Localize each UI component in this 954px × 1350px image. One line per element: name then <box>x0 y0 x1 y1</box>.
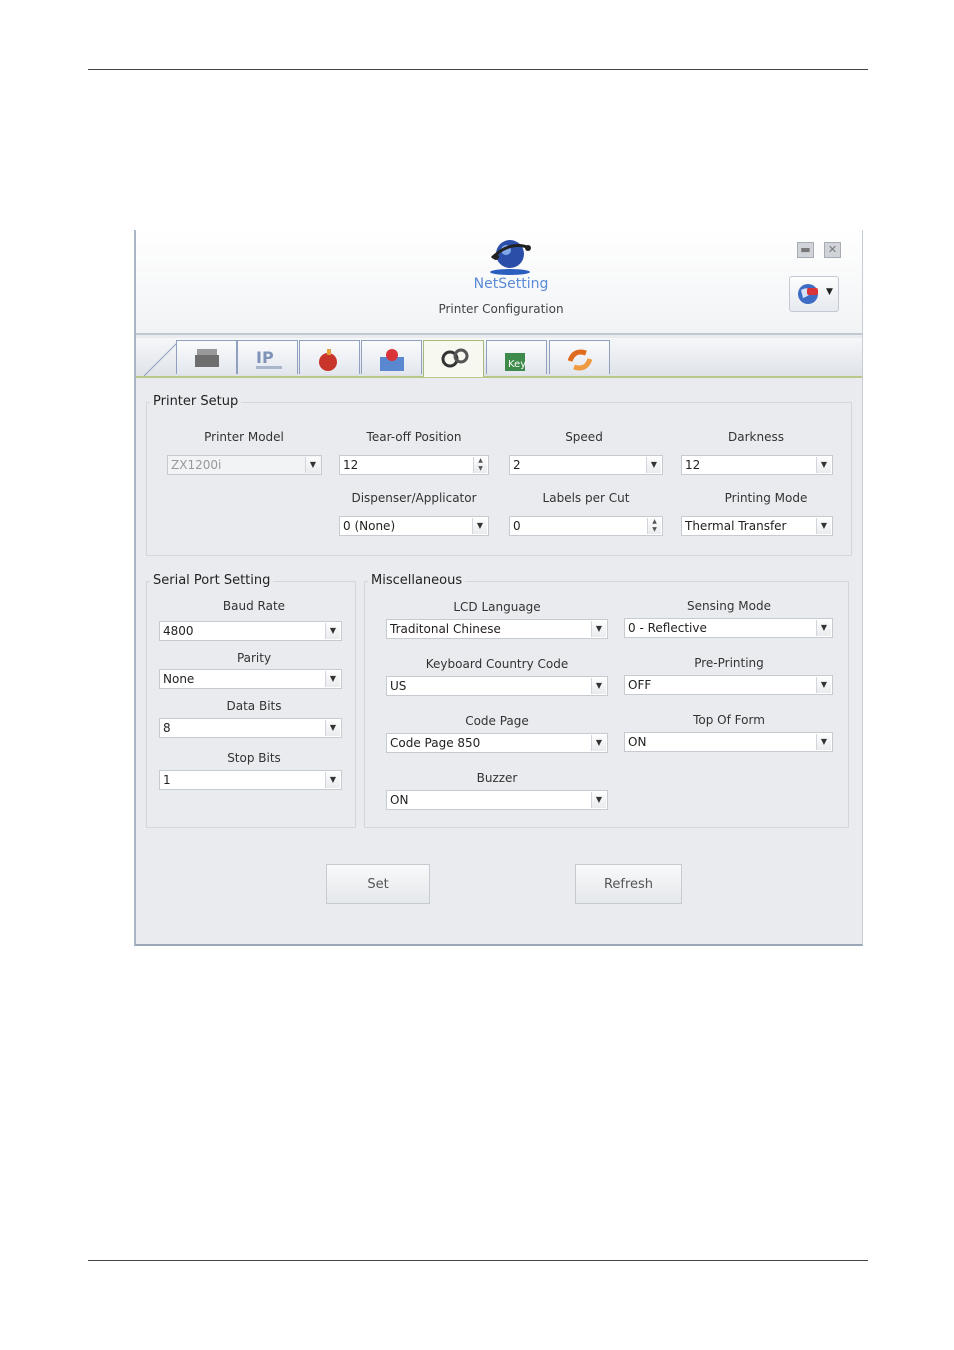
parity-select[interactable]: None ▼ <box>159 669 342 689</box>
pre-printing-label: Pre-Printing <box>694 656 764 670</box>
data-bits-select[interactable]: 8 ▼ <box>159 718 342 738</box>
keyboard-country-label: Keyboard Country Code <box>425 657 569 671</box>
sync-icon <box>567 349 593 371</box>
parity-label: Parity <box>236 651 272 665</box>
buzzer-label: Buzzer <box>476 771 518 785</box>
tab-monitor[interactable] <box>361 340 422 374</box>
code-page-select[interactable]: Code Page 850 ▼ <box>386 733 608 753</box>
printer-model-select[interactable]: ZX1200i ▼ <box>167 455 322 475</box>
language-globe-button[interactable]: ▼ <box>789 276 839 312</box>
tab-network[interactable]: IP <box>237 340 298 374</box>
alert-bomb-icon <box>319 349 337 371</box>
labels-per-cut-label: Labels per Cut <box>542 491 630 505</box>
tab-key[interactable]: Key <box>486 340 547 374</box>
window-header: NetSetting Printer Configuration ▬ ✕ ▼ <box>136 230 862 335</box>
sensing-mode-label: Sensing Mode <box>687 599 771 613</box>
gears-icon <box>441 348 469 368</box>
code-page-label: Code Page <box>465 714 529 728</box>
lcd-language-label: LCD Language <box>453 600 541 614</box>
dispenser-select[interactable]: 0 (None) ▼ <box>339 516 489 536</box>
data-bits-label: Data Bits <box>226 699 282 713</box>
bottom-rule <box>88 1260 868 1261</box>
printer-icon <box>195 349 219 367</box>
stop-bits-label: Stop Bits <box>227 751 281 765</box>
printing-mode-label: Printing Mode <box>724 491 808 505</box>
network-ip-icon: IP <box>256 348 282 369</box>
printer-setup-title: Printer Setup <box>150 394 242 409</box>
pre-printing-select[interactable]: OFF ▼ <box>624 675 833 695</box>
lcd-language-select[interactable]: Traditonal Chinese ▼ <box>386 619 608 639</box>
tear-off-spinner[interactable]: 12 ▲ ▼ <box>339 455 489 475</box>
miscellaneous-title: Miscellaneous <box>368 573 466 588</box>
tab-printer[interactable] <box>176 340 237 374</box>
app-subtitle: Printer Configuration <box>438 302 564 316</box>
set-button[interactable]: Set <box>326 864 430 904</box>
serial-port-title: Serial Port Setting <box>150 573 274 588</box>
top-rule <box>88 69 868 70</box>
labels-per-cut-spinner[interactable]: 0 ▲ ▼ <box>509 516 663 536</box>
top-of-form-label: Top Of Form <box>693 713 765 727</box>
printer-model-label: Printer Model <box>204 430 284 444</box>
monitor-icon <box>380 349 404 371</box>
tab-bar: IP Key <box>136 338 862 378</box>
tear-off-label: Tear-off Position <box>366 430 462 444</box>
darkness-label: Darkness <box>728 430 784 444</box>
minimize-icon[interactable]: ▬ <box>797 242 814 258</box>
netsetting-window: NetSetting Printer Configuration ▬ ✕ ▼ I… <box>134 230 863 946</box>
tab-alert[interactable] <box>299 340 360 374</box>
tab-setup[interactable] <box>423 340 484 377</box>
app-logo-text: NetSetting <box>473 276 549 292</box>
refresh-button[interactable]: Refresh <box>575 864 682 904</box>
speed-label: Speed <box>565 430 603 444</box>
darkness-select[interactable]: 12 ▼ <box>681 455 833 475</box>
dispenser-label: Dispenser/Applicator <box>351 491 477 505</box>
close-icon[interactable]: ✕ <box>824 242 841 258</box>
svg-text:IP: IP <box>256 348 274 367</box>
keyboard-country-select[interactable]: US ▼ <box>386 676 608 696</box>
svg-text:Key: Key <box>508 359 526 370</box>
top-of-form-select[interactable]: ON ▼ <box>624 732 833 752</box>
key-icon: Key <box>505 353 526 371</box>
baud-rate-select[interactable]: 4800 ▼ <box>159 621 342 641</box>
globe-icon <box>798 284 818 304</box>
stop-bits-select[interactable]: 1 ▼ <box>159 770 342 790</box>
buzzer-select[interactable]: ON ▼ <box>386 790 608 810</box>
speed-select[interactable]: 2 ▼ <box>509 455 663 475</box>
tab-sync[interactable] <box>549 340 610 374</box>
printing-mode-select[interactable]: Thermal Transfer ▼ <box>681 516 833 536</box>
chevron-down-icon: ▼ <box>826 287 833 297</box>
sensing-mode-select[interactable]: 0 - Reflective ▼ <box>624 618 833 638</box>
baud-rate-label: Baud Rate <box>222 599 286 613</box>
netsetting-logo-icon <box>490 240 531 275</box>
